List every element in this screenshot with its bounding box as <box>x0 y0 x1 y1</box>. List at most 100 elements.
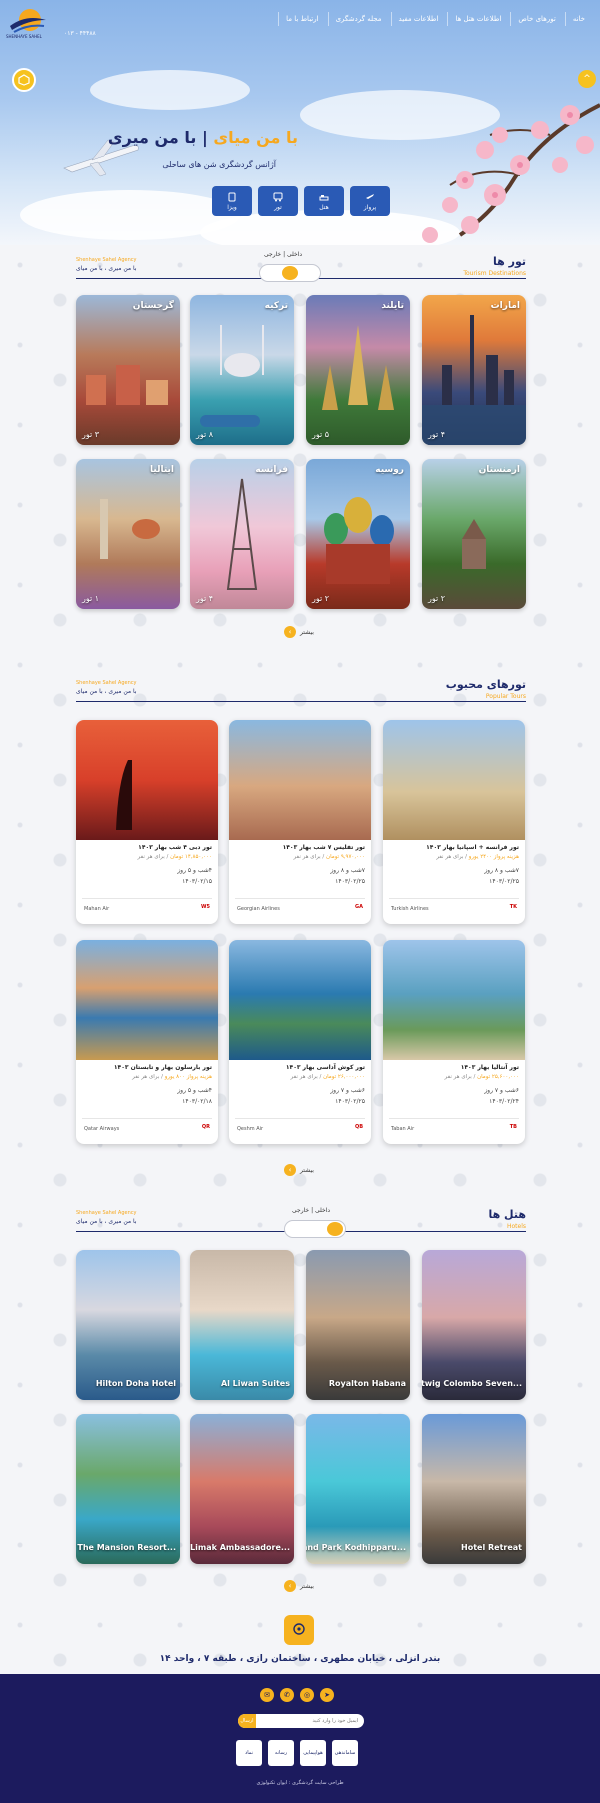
hotel-name: Hotel Retreat <box>461 1543 522 1552</box>
tour-image <box>76 720 218 840</box>
tour-duration: ۴شب و ۵ روز <box>177 1087 212 1094</box>
hotel-card[interactable]: rand Park Kodhipparu... <box>306 1414 410 1564</box>
more-destinations-link[interactable]: ‹ بیشتر <box>284 626 314 638</box>
airline-logo: QR <box>201 1124 210 1130</box>
destination-card[interactable]: ایتالیا ۱ تور <box>76 459 180 609</box>
tour-card[interactable]: تور کوش آداسی بهار ۱۴۰۳ ۲۶,۰۰۰,۰۰۰ تومان… <box>229 940 371 1144</box>
destination-card[interactable]: ترکیه ۸ تور <box>190 295 294 445</box>
destination-card[interactable]: فرانسه ۴ تور <box>190 459 294 609</box>
hotel-card[interactable]: Hilton Doha Hotel <box>76 1250 180 1400</box>
more-tours-link[interactable]: ‹ بیشتر <box>284 1164 314 1176</box>
newsletter-submit-button[interactable]: ارسال <box>238 1714 256 1728</box>
nav-item-contact[interactable]: ارتباط با ما <box>278 12 325 26</box>
nav-item-hotels[interactable]: اطلاعات هتل ها <box>447 12 508 26</box>
tour-duration: ۷شب و ۸ روز <box>484 867 519 874</box>
tour-button[interactable]: تور <box>258 186 298 216</box>
header-phone[interactable]: ۰۱۳ - ۴۴۴۸۸ <box>64 30 96 37</box>
tour-card[interactable]: تور تفلیس ۷ شب بهار ۱۴۰۳ ۹,۹۷۰,۰۰۰ تومان… <box>229 720 371 924</box>
social-links: ✉ ✆ ◎ ➤ <box>260 1688 334 1702</box>
destination-card[interactable]: امارات ۴ تور <box>422 295 526 445</box>
section-title: تور ها <box>493 255 526 268</box>
email-icon[interactable]: ✉ <box>260 1688 274 1702</box>
newsletter-email-input[interactable] <box>256 1718 364 1724</box>
destination-name: ایتالیا <box>150 465 174 475</box>
destination-card[interactable]: تایلند ۵ تور <box>306 295 410 445</box>
destination-card[interactable]: روسیه ۲ تور <box>306 459 410 609</box>
nav-item-home[interactable]: خانه <box>564 12 592 26</box>
visa-button[interactable]: ویزا <box>212 186 252 216</box>
tour-image <box>229 940 371 1060</box>
chevron-up-icon[interactable]: ^ <box>578 70 596 88</box>
trust-badge[interactable]: نماد <box>236 1740 262 1766</box>
hotel-name: Royalton Habana <box>328 1379 406 1388</box>
toggle-knob[interactable] <box>282 266 298 280</box>
toggle-knob[interactable] <box>327 1222 343 1236</box>
toggle-label-domestic[interactable]: داخلی <box>287 251 302 258</box>
section-divider <box>76 701 526 702</box>
eiffel-tower-image <box>226 478 258 590</box>
section-title: تورهای محبوب <box>445 678 526 691</box>
tour-type-toggle[interactable] <box>259 264 321 282</box>
burj-al-arab-image <box>116 760 132 830</box>
hotel-button[interactable]: هتل <box>304 186 344 216</box>
hotel-name: etwig Colombo Seven... <box>422 1379 522 1388</box>
hero-title: با من میای | با من میری <box>107 128 298 147</box>
hotel-card[interactable]: Al Liwan Suites <box>190 1250 294 1400</box>
tour-card[interactable]: تور فرانسه + اسپانیا بهار ۱۴۰۳ هزینه پرو… <box>383 720 525 924</box>
tour-image <box>76 940 218 1060</box>
card-divider <box>82 898 212 899</box>
nav-item-magazine[interactable]: مجله گردشگری <box>327 12 389 26</box>
toggle-label-foreign[interactable]: خارجی <box>264 251 281 258</box>
telegram-icon[interactable]: ➤ <box>320 1688 334 1702</box>
chevron-left-icon: ‹ <box>284 1164 296 1176</box>
toggle-label-foreign[interactable]: خارجی <box>292 1207 309 1214</box>
trust-badge[interactable]: ساماندهی <box>332 1740 358 1766</box>
location-icon <box>284 1615 314 1645</box>
destination-card[interactable]: ارمنستان ۲ تور <box>422 459 526 609</box>
hotel-name: Al Liwan Suites <box>220 1379 290 1388</box>
hero-banner: SHENHAYE SAHEL ۰۱۳ - ۴۴۴۸۸ خانه تورهای خ… <box>0 0 600 245</box>
destination-name: ترکیه <box>264 301 288 311</box>
agency-name: Shenhaye Sahel Agency <box>76 680 137 686</box>
destination-card[interactable]: گرجستان ۳ تور <box>76 295 180 445</box>
nav-item-special-tours[interactable]: تورهای خاص <box>510 12 562 26</box>
nav-item-useful-info[interactable]: اطلاعات مفید <box>390 12 446 26</box>
tour-price: هزینه پرواز ۲۴۰۰ یورو / برای هر نفر <box>436 854 519 860</box>
hotel-card[interactable]: Limak Ambassadore... <box>190 1414 294 1564</box>
airline-name: Turkish Airlines <box>391 906 429 912</box>
tour-duration: ۶شب و ۷ روز <box>330 1087 365 1094</box>
tour-card[interactable]: تور بارسلون بهار و تابستان ۱۴۰۳ هزینه پر… <box>76 940 218 1144</box>
toggle-label-domestic[interactable]: داخلی <box>315 1207 330 1214</box>
airline-logo: TK <box>509 904 517 910</box>
hotel-card[interactable]: Royalton Habana <box>306 1250 410 1400</box>
tour-price: ۹,۹۷۰,۰۰۰ تومان / برای هر نفر <box>293 854 366 860</box>
airline-logo: W5 <box>201 904 210 910</box>
more-hotels-link[interactable]: ‹ بیشتر <box>284 1580 314 1592</box>
hotel-name: Hilton Doha Hotel <box>95 1379 176 1388</box>
hotel-card[interactable]: etwig Colombo Seven... <box>422 1250 526 1400</box>
section-title-en: Popular Tours <box>485 693 526 700</box>
trust-badge[interactable]: رسانه <box>268 1740 294 1766</box>
tour-price: هزینه پرواز ۸۰۰ یورو / برای هر نفر <box>132 1074 212 1080</box>
tour-duration: ۷شب و ۸ روز <box>330 867 365 874</box>
destination-name: امارات <box>490 301 520 311</box>
destination-name: تایلند <box>381 301 404 311</box>
tour-card[interactable]: تور آنتالیا بهار ۱۴۰۳ ۲۵,۶۰۰,۰۰۰ تومان /… <box>383 940 525 1144</box>
hotel-card[interactable]: Hotel Retreat <box>422 1414 526 1564</box>
tour-price: ۱۴,۸۵۰,۰۰۰ تومان / برای هر نفر <box>137 854 212 860</box>
support-icon[interactable] <box>12 68 36 92</box>
hotel-type-toggle[interactable] <box>284 1220 346 1238</box>
card-divider <box>389 898 519 899</box>
footer-credit[interactable]: طراحی سایت گردشگری : ایوان تکنولوژی <box>0 1780 600 1786</box>
trust-badges: نماد رسانه هواپیمایی ساماندهی <box>236 1740 358 1766</box>
destination-tour-count: ۴ تور <box>428 430 446 439</box>
whatsapp-icon[interactable]: ✆ <box>280 1688 294 1702</box>
tour-name: تور تفلیس ۷ شب بهار ۱۴۰۳ <box>282 844 365 851</box>
trust-badge[interactable]: هواپیمایی <box>300 1740 326 1766</box>
tour-card[interactable]: تور دبی ۴ شب بهار ۱۴۰۳ ۱۴,۸۵۰,۰۰۰ تومان … <box>76 720 218 924</box>
hotel-card[interactable]: The Mansion Resort... <box>76 1414 180 1564</box>
chevron-left-icon: ‹ <box>284 1580 296 1592</box>
cathedral-image <box>324 497 394 584</box>
instagram-icon[interactable]: ◎ <box>300 1688 314 1702</box>
tour-type-labels: داخلی | خارجی <box>264 251 303 258</box>
